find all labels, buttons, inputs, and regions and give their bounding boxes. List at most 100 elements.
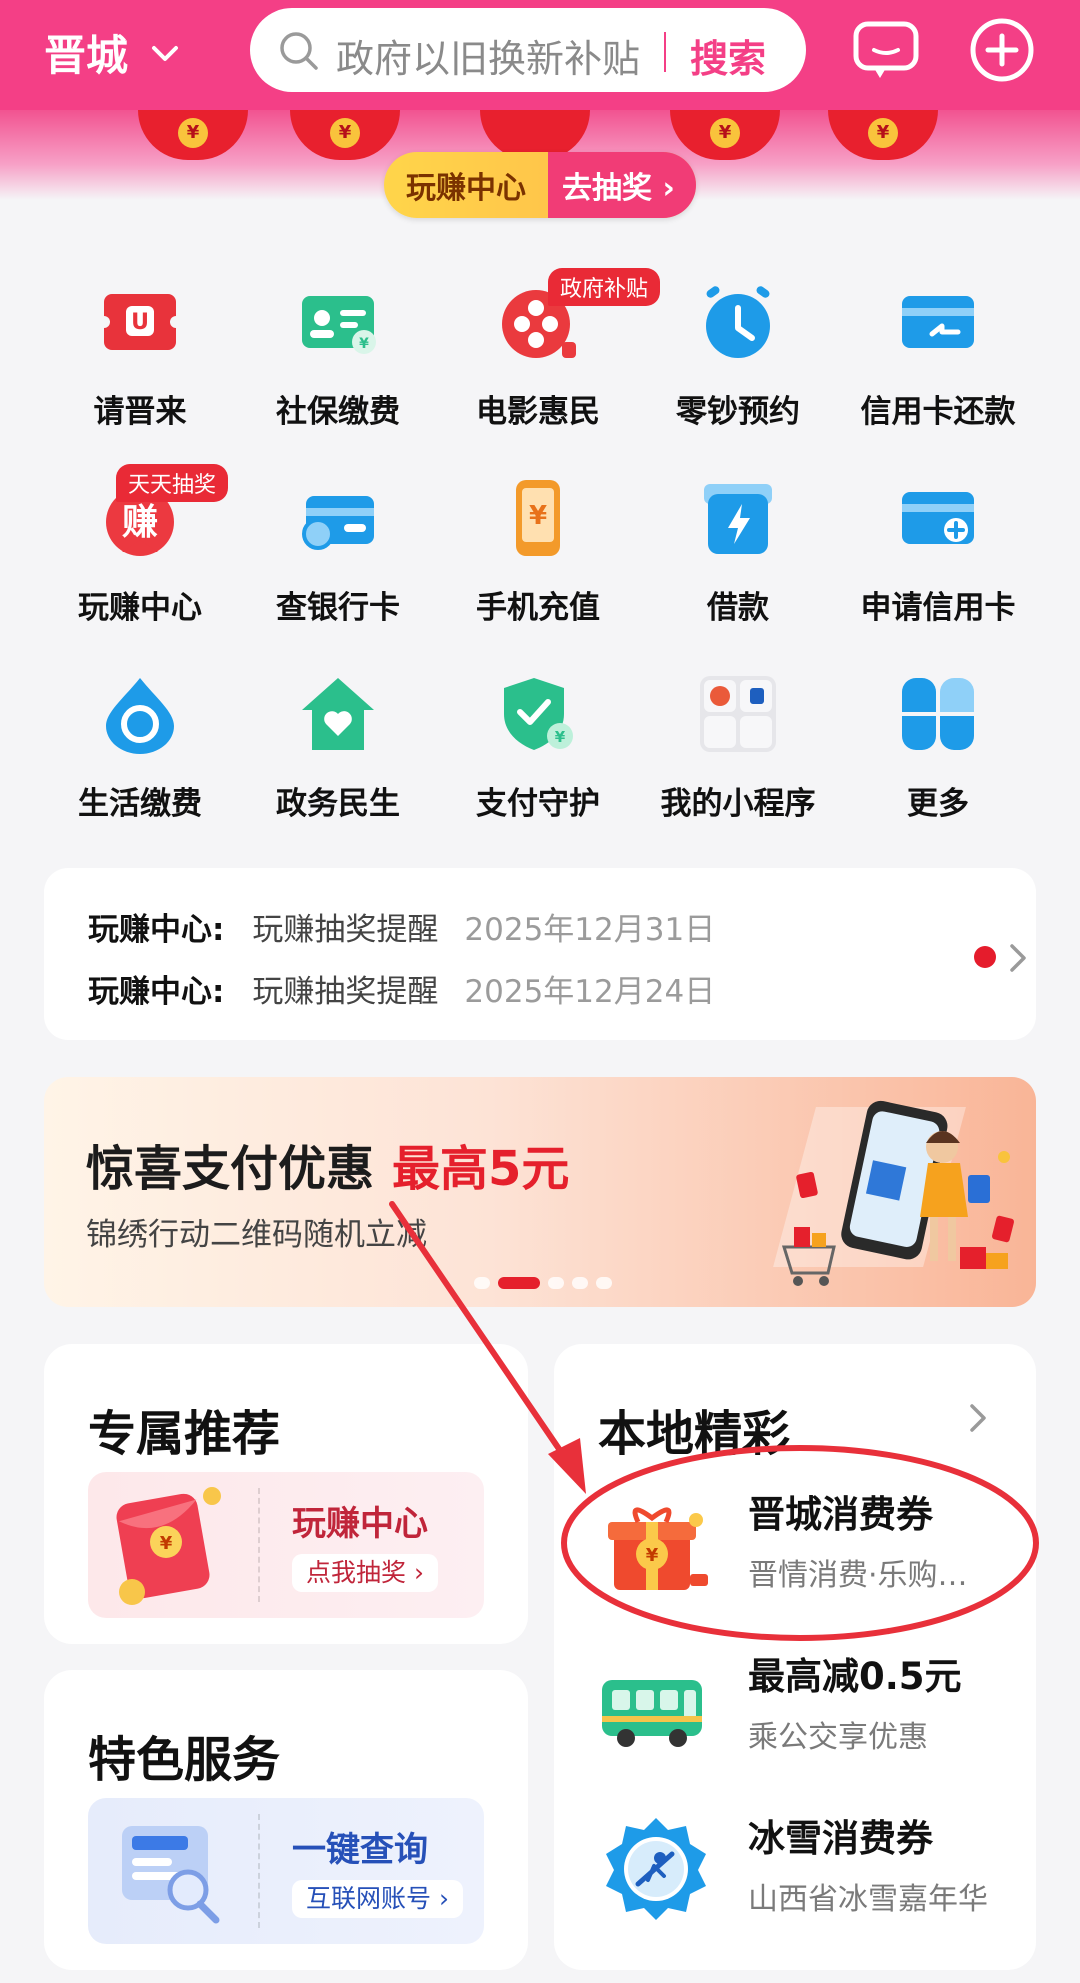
promo-banner[interactable]: 惊喜支付优惠 最高5元 锦绣行动二维码随机立减 — [44, 1077, 1036, 1307]
local-item-title: 晋城消费券 — [748, 1493, 933, 1536]
city-name: 晋城 — [44, 31, 129, 80]
grid-item-my-mini-programs[interactable]: 我的小程序 — [638, 674, 838, 823]
grid-item-payment-guard[interactable]: ¥ 支付守护 — [438, 674, 638, 823]
local-item-title: 冰雪消费券 — [748, 1817, 933, 1860]
water-drop-icon — [106, 678, 174, 754]
promo-subtitle: 锦绣行动二维码随机立减 — [86, 1217, 427, 1253]
grid-item-phone-recharge[interactable]: ¥ 手机充值 — [438, 478, 638, 627]
grid-label: 查银行卡 — [276, 590, 400, 626]
phone-recharge-icon: ¥ — [516, 480, 560, 556]
svg-text:U: U — [131, 310, 149, 335]
play-earn-entry[interactable]: ¥ 玩赚中心 点我抽奖 › — [88, 1472, 484, 1618]
unread-dot — [974, 946, 996, 968]
local-item-subtitle: 晋情消费·乐购晋城 — [748, 1558, 988, 1593]
promo-title-main: 惊喜支付优惠 — [86, 1141, 375, 1197]
id-card-icon: ¥ — [302, 296, 376, 354]
city-selector[interactable]: 晋城 — [44, 22, 182, 83]
chevron-right-icon[interactable] — [966, 1400, 990, 1436]
svg-text:赚: 赚 — [122, 502, 158, 543]
grid-item-apply-credit[interactable]: 申请信用卡 — [838, 478, 1038, 627]
grid-item-social-security[interactable]: ¥ 社保缴费 — [238, 282, 438, 431]
shield-check-icon: ¥ — [504, 678, 573, 750]
carousel-indicator — [474, 1277, 612, 1289]
grid-item-play-earn[interactable]: 赚 玩赚中心 天天抽奖 — [40, 464, 240, 627]
local-item-subtitle: 山西省冰雪嘉年华 — [748, 1882, 988, 1917]
grid-item-credit-repay[interactable]: 信用卡还款 — [838, 282, 1038, 431]
local-item-title: 最高减0.5元 — [748, 1655, 962, 1698]
gift-box-icon: ¥ — [608, 1507, 708, 1590]
house-heart-icon — [302, 678, 374, 750]
bank-card-search-icon — [302, 496, 374, 550]
dashed-separator — [258, 1488, 260, 1602]
svg-text:¥: ¥ — [529, 501, 547, 531]
search-button[interactable]: 搜索 — [690, 28, 766, 83]
add-icon[interactable] — [966, 14, 1038, 86]
grid-item-bank-card[interactable]: 查银行卡 — [238, 478, 438, 627]
entry-title: 玩赚中心 — [292, 1504, 428, 1544]
red-envelope-icon: ¥ — [828, 110, 938, 160]
local-item-voucher[interactable]: ¥ 晋城消费券 晋情消费·乐购晋城 — [598, 1476, 988, 1616]
svg-text:¥: ¥ — [359, 336, 369, 352]
grid-label: 更多 — [907, 786, 969, 822]
local-title: 本地精彩 — [598, 1406, 791, 1462]
red-envelope-icon: ¥ — [290, 110, 400, 160]
red-envelope-icon: ¥ — [138, 110, 248, 160]
grid-item-movie[interactable]: 电影惠民 政府补贴 — [438, 268, 661, 431]
grid-label: 支付守护 — [476, 786, 600, 822]
services-title: 特色服务 — [88, 1732, 281, 1788]
message-icon[interactable] — [850, 14, 922, 86]
notice-date: 2025年12月31日 — [464, 912, 716, 948]
local-highlights-card: 本地精彩 ¥ 晋城消费券 晋情消费·乐购晋城 最高减0.5元 乘公交享优惠 冰雪… — [554, 1344, 1036, 1970]
notice-key: 玩赚中心: — [88, 912, 225, 948]
search-input[interactable]: 政府以旧换新补贴 — [336, 28, 656, 83]
daily-draw-badge: 天天抽奖 — [116, 464, 229, 502]
grid-label: 申请信用卡 — [860, 590, 1016, 626]
entry-subtitle[interactable]: 点我抽奖 › — [292, 1554, 438, 1592]
search-divider — [664, 32, 666, 72]
draw-button[interactable]: 去抽奖 › — [548, 152, 696, 218]
search-icon — [280, 32, 318, 70]
alarm-clock-icon — [706, 286, 770, 358]
grid-label: 借款 — [707, 590, 769, 626]
notice-date: 2025年12月24日 — [464, 974, 716, 1010]
notice-row[interactable]: 玩赚中心: 玩赚抽奖提醒 2025年12月24日 — [88, 966, 715, 1011]
pill-label: 玩赚中心 — [406, 171, 526, 206]
entry-subtitle[interactable]: 互联网账号 › — [292, 1880, 463, 1918]
grid-label: 生活缴费 — [78, 786, 202, 822]
card-return-icon — [902, 296, 974, 348]
dashed-separator — [258, 1814, 260, 1928]
notice-text: 玩赚抽奖提醒 — [252, 912, 439, 948]
grid-label: 信用卡还款 — [860, 394, 1016, 430]
search-bar[interactable]: 政府以旧换新补贴 搜索 — [250, 8, 806, 92]
query-entry[interactable]: 一键查询 互联网账号 › — [88, 1798, 484, 1944]
svg-text:¥: ¥ — [646, 1545, 659, 1566]
local-item-ice-snow[interactable]: 冰雪消费券 山西省冰雪嘉年华 — [598, 1800, 988, 1940]
bus-icon — [602, 1680, 702, 1747]
notice-key: 玩赚中心: — [88, 974, 225, 1010]
mini-program-icon — [700, 676, 776, 752]
grid-label: 社保缴费 — [276, 394, 400, 430]
top-bar: 晋城 政府以旧换新补贴 搜索 — [0, 0, 1080, 110]
play-earn-pill[interactable]: 玩赚中心 去抽奖 › — [384, 152, 696, 218]
grid-label: 玩赚中心 — [78, 590, 202, 626]
services-card: 特色服务 一键查询 互联网账号 › — [44, 1670, 528, 1970]
grid-item-qingjinlai[interactable]: U 请晋来 — [40, 282, 240, 431]
entry-title: 一键查询 — [292, 1830, 428, 1870]
grid-item-loan[interactable]: 借款 — [638, 478, 838, 627]
notice-card[interactable]: 玩赚中心: 玩赚抽奖提醒 2025年12月31日 玩赚中心: 玩赚抽奖提醒 2025年1… — [44, 868, 1036, 1040]
coupon-u-icon: U — [98, 294, 182, 350]
local-item-bus[interactable]: 最高减0.5元 乘公交享优惠 — [598, 1638, 962, 1778]
grid-label: 政务民生 — [276, 786, 400, 822]
lightning-loan-icon — [704, 484, 772, 554]
promo-highlight: 最高5元 — [392, 1141, 570, 1197]
grid-label: 我的小程序 — [660, 786, 816, 822]
notice-row[interactable]: 玩赚中心: 玩赚抽奖提醒 2025年12月31日 — [88, 904, 715, 949]
grid-label: 请晋来 — [93, 394, 187, 430]
promo-illustration — [773, 1100, 1014, 1286]
grid-item-gov-services[interactable]: 政务民生 — [238, 674, 438, 823]
chevron-right-icon[interactable] — [1006, 940, 1030, 976]
grid-item-small-change[interactable]: 零钞预约 — [638, 282, 838, 431]
svg-text:¥: ¥ — [160, 1533, 173, 1554]
grid-item-utilities[interactable]: 生活缴费 — [40, 674, 240, 823]
grid-item-more[interactable]: 更多 — [838, 674, 1038, 823]
